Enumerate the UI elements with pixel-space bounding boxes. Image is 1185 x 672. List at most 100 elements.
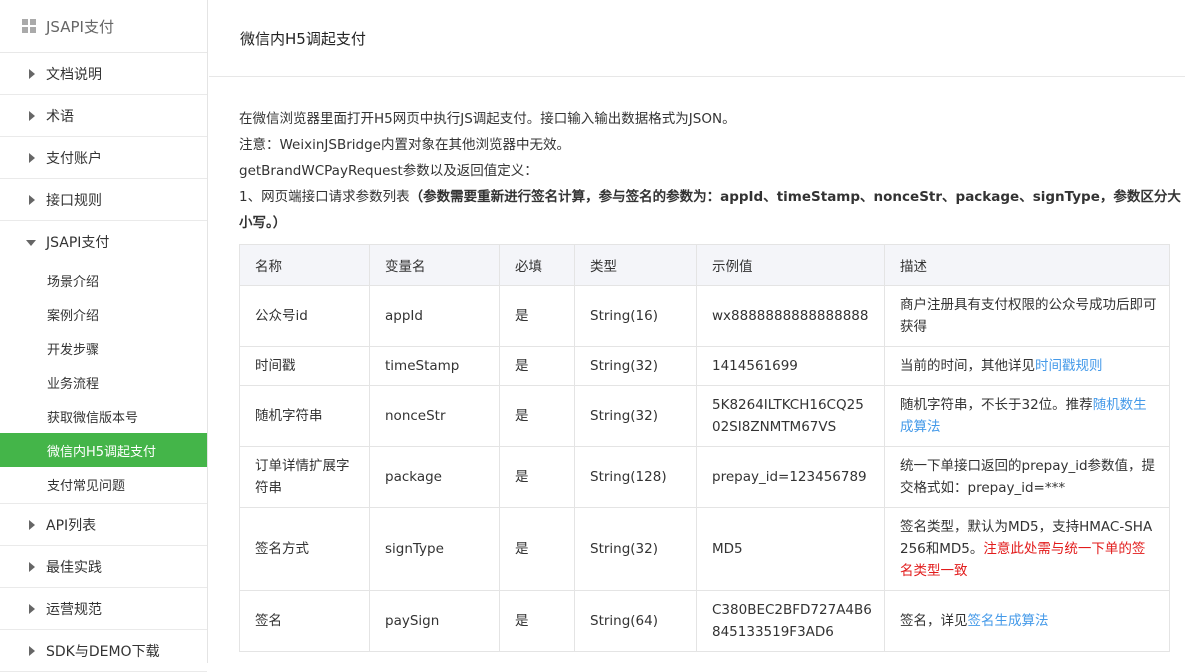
column-header: 必填 xyxy=(499,244,575,286)
cell-example: 5K8264ILTKCH16CQ2502SI8ZNMTM67VS xyxy=(696,385,885,447)
desc-text: 随机字符串，不长于32位。推荐 xyxy=(900,397,1093,413)
cell-type: String(64) xyxy=(574,590,697,652)
sidebar-subitem-cases[interactable]: 案例介绍 xyxy=(0,297,207,331)
sidebar-item-label: 最佳实践 xyxy=(46,559,102,576)
triangle-right-icon xyxy=(29,603,35,614)
sidebar-header: JSAPI支付 xyxy=(0,0,207,53)
table-row: 公众号id appId 是 String(16) wx8888888888888… xyxy=(239,285,1170,347)
sidebar-item-label: 文档说明 xyxy=(46,66,102,83)
cell-var: appId xyxy=(369,285,500,347)
sidebar-subitem-version[interactable]: 获取微信版本号 xyxy=(0,399,207,433)
content-body: 在微信浏览器里面打开H5网页中执行JS调起支付。接口输入输出数据格式为JSON。… xyxy=(209,77,1185,652)
sidebar-subitem-scenario[interactable]: 场景介绍 xyxy=(0,263,207,297)
sidebar-item-label: 运营规范 xyxy=(46,601,102,618)
cell-required: 是 xyxy=(499,446,575,508)
sidebar: JSAPI支付 文档说明 术语 支付账户 接口规则 JSAPI支付 场景介绍 案… xyxy=(0,0,208,672)
cell-desc: 随机字符串，不长于32位。推荐随机数生成算法 xyxy=(884,385,1170,447)
sidebar-item-label: 术语 xyxy=(46,108,74,125)
cell-name: 订单详情扩展字符串 xyxy=(239,446,370,508)
cell-required: 是 xyxy=(499,385,575,447)
sidebar-item-accounts[interactable]: 支付账户 xyxy=(0,137,207,179)
cell-type: String(32) xyxy=(574,507,697,591)
cell-required: 是 xyxy=(499,346,575,386)
cell-desc: 商户注册具有支付权限的公众号成功后即可获得 xyxy=(884,285,1170,347)
triangle-right-icon xyxy=(29,561,35,572)
sidebar-item-jsapi[interactable]: JSAPI支付 xyxy=(0,221,207,263)
cell-name: 签名 xyxy=(239,590,370,652)
sidebar-subitem-flow[interactable]: 业务流程 xyxy=(0,365,207,399)
column-header: 名称 xyxy=(239,244,370,286)
triangle-down-icon xyxy=(26,240,36,246)
cell-name: 签名方式 xyxy=(239,507,370,591)
page-title: 微信内H5调起支付 xyxy=(209,0,1185,77)
table-header-row: 名称 变量名 必填 类型 示例值 描述 xyxy=(239,244,1170,286)
cell-var: paySign xyxy=(369,590,500,652)
column-header: 类型 xyxy=(574,244,697,286)
sidebar-item-sdk[interactable]: SDK与DEMO下载 xyxy=(0,630,207,672)
cell-name: 随机字符串 xyxy=(239,385,370,447)
param-list-prefix: 1、网页端接口请求参数列表 xyxy=(239,189,410,205)
cell-name: 时间戳 xyxy=(239,346,370,386)
grid-icon xyxy=(22,19,36,33)
cell-var: signType xyxy=(369,507,500,591)
sidebar-item-best-practice[interactable]: 最佳实践 xyxy=(0,546,207,588)
triangle-right-icon xyxy=(29,152,35,163)
cell-var: nonceStr xyxy=(369,385,500,447)
cell-example: wx8888888888888888 xyxy=(696,285,885,347)
cell-var: package xyxy=(369,446,500,508)
cell-example: 1414561699 xyxy=(696,346,885,386)
table-row: 签名方式 signType 是 String(32) MD5 签名类型，默认为M… xyxy=(239,507,1170,591)
cell-type: String(16) xyxy=(574,285,697,347)
sidebar-subgroup: 场景介绍 案例介绍 开发步骤 业务流程 获取微信版本号 微信内H5调起支付 支付… xyxy=(0,263,207,504)
params-table: 名称 变量名 必填 类型 示例值 描述 公众号id appId 是 String… xyxy=(239,244,1170,652)
table-row: 订单详情扩展字符串 package 是 String(128) prepay_i… xyxy=(239,446,1170,508)
triangle-right-icon xyxy=(29,194,35,205)
sidebar-item-label: 接口规则 xyxy=(46,192,102,209)
sidebar-item-label: SDK与DEMO下载 xyxy=(46,643,160,660)
cell-name: 公众号id xyxy=(239,285,370,347)
sidebar-item-label: 支付账户 xyxy=(46,150,102,167)
cell-desc: 当前的时间，其他详见时间戳规则 xyxy=(884,346,1170,386)
cell-desc: 签名，详见签名生成算法 xyxy=(884,590,1170,652)
sidebar-item-docs[interactable]: 文档说明 xyxy=(0,53,207,95)
note-text: 注意：WeixinJSBridge内置对象在其他浏览器中无效。 xyxy=(239,137,570,153)
sidebar-item-label: API列表 xyxy=(46,517,97,534)
sidebar-subitem-dev-steps[interactable]: 开发步骤 xyxy=(0,331,207,365)
cell-required: 是 xyxy=(499,590,575,652)
param-list-heading: 1、网页端接口请求参数列表（参数需要重新进行签名计算，参与签名的参数为：appI… xyxy=(239,184,1185,236)
table-row: 签名 paySign 是 String(64) C380BEC2BFD727A4… xyxy=(239,590,1170,652)
triangle-right-icon xyxy=(29,68,35,79)
definition-text: getBrandWCPayRequest参数以及返回值定义： xyxy=(239,163,538,179)
cell-desc: 签名类型，默认为MD5，支持HMAC-SHA256和MD5。注意此处需与统一下单… xyxy=(884,507,1170,591)
cell-type: String(32) xyxy=(574,385,697,447)
cell-type: String(32) xyxy=(574,346,697,386)
timestamp-rule-link[interactable]: 时间戳规则 xyxy=(1035,358,1103,374)
cell-required: 是 xyxy=(499,507,575,591)
table-row: 随机字符串 nonceStr 是 String(32) 5K8264ILTKCH… xyxy=(239,385,1170,447)
cell-var: timeStamp xyxy=(369,346,500,386)
cell-example: MD5 xyxy=(696,507,885,591)
column-header: 示例值 xyxy=(696,244,885,286)
cell-required: 是 xyxy=(499,285,575,347)
desc-text: 当前的时间，其他详见 xyxy=(900,358,1035,374)
sidebar-subitem-h5-pay[interactable]: 微信内H5调起支付 xyxy=(0,433,207,467)
sidebar-item-rules[interactable]: 接口规则 xyxy=(0,179,207,221)
signature-algorithm-link[interactable]: 签名生成算法 xyxy=(968,613,1049,629)
sidebar-item-operation[interactable]: 运营规范 xyxy=(0,588,207,630)
desc-text: 签名，详见 xyxy=(900,613,968,629)
triangle-right-icon xyxy=(29,645,35,656)
table-row: 时间戳 timeStamp 是 String(32) 1414561699 当前… xyxy=(239,346,1170,386)
sidebar-item-label: JSAPI支付 xyxy=(46,235,110,251)
column-header: 变量名 xyxy=(369,244,500,286)
sidebar-item-terms[interactable]: 术语 xyxy=(0,95,207,137)
cell-type: String(128) xyxy=(574,446,697,508)
sidebar-title: JSAPI支付 xyxy=(46,17,114,36)
cell-example: C380BEC2BFD727A4B6845133519F3AD6 xyxy=(696,590,885,652)
cell-desc: 统一下单接口返回的prepay_id参数值，提交格式如：prepay_id=**… xyxy=(884,446,1170,508)
cell-example: prepay_id=123456789 xyxy=(696,446,885,508)
sidebar-item-api-list[interactable]: API列表 xyxy=(0,504,207,546)
main-content: 微信内H5调起支付 在微信浏览器里面打开H5网页中执行JS调起支付。接口输入输出… xyxy=(209,0,1185,663)
column-header: 描述 xyxy=(884,244,1170,286)
intro-text: 在微信浏览器里面打开H5网页中执行JS调起支付。接口输入输出数据格式为JSON。 xyxy=(239,111,736,127)
sidebar-subitem-faq[interactable]: 支付常见问题 xyxy=(0,467,207,501)
